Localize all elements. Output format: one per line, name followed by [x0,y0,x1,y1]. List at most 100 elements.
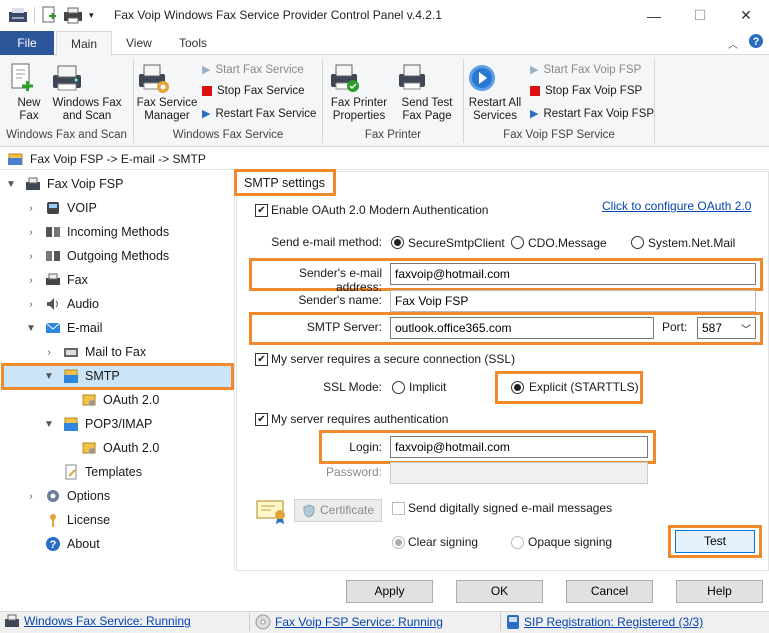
radio-explicit-starttls[interactable] [511,381,524,394]
cancel-button[interactable]: Cancel [566,580,653,603]
tab-view[interactable]: View [112,31,166,55]
smtp-server-input[interactable] [390,317,654,339]
collapsed-arrow-icon[interactable]: › [25,203,37,214]
tab-file[interactable]: File [0,31,54,55]
expanded-arrow-icon[interactable]: ▼ [43,371,55,382]
collapsed-arrow-icon[interactable]: › [25,491,37,502]
status-sip: SIP Registration: Registered (3/3) [506,614,703,630]
tab-main[interactable]: Main [56,31,112,56]
port-value: 587 [702,321,723,335]
new-fax-qat-icon[interactable] [41,6,57,24]
collapsed-arrow-icon[interactable]: › [43,347,55,358]
tree-item-fax-voip-fsp[interactable]: ▼ Fax Voip FSP [5,172,233,196]
radio-securesmtpclient[interactable] [391,236,404,249]
expanded-arrow-icon[interactable]: ▼ [43,419,55,430]
tree-item-outgoing-methods[interactable]: › Outgoing Methods [25,244,233,268]
restart-fax-service-label: Restart Fax Service [215,107,317,120]
enable-oauth-checkbox[interactable]: ✔ [255,204,268,217]
ok-button[interactable]: OK [456,580,543,603]
templates-icon [63,464,79,480]
start-fax-service-button[interactable]: ▶ Start Fax Service [202,63,304,77]
collapsed-arrow-icon[interactable]: › [25,251,37,262]
radio-cdo-message[interactable] [511,236,524,249]
tab-tools[interactable]: Tools [165,31,221,55]
expanded-arrow-icon[interactable]: ▼ [25,323,37,334]
status-separator [500,613,501,631]
fax-printer-properties-button[interactable]: Fax Printer Properties [328,62,390,123]
tree-item-voip[interactable]: › VOIP [25,196,233,220]
login-input[interactable] [390,436,648,458]
tree-item-incoming-methods[interactable]: › Incoming Methods [25,220,233,244]
tree-item-email[interactable]: ▼ E-mail [25,316,233,340]
tree-item-license[interactable]: License [25,508,233,532]
radio-system-net-mail[interactable] [631,236,644,249]
ssl-mode-label: SSL Mode: [323,380,382,394]
test-button[interactable]: Test [675,530,755,553]
ribbon-group-label: Windows Fax Service [172,129,284,141]
fax-service-manager-label: Fax Service Manager [136,97,198,122]
password-label: Password: [325,465,382,479]
restart-all-services-button[interactable]: Restart All Services [466,62,524,123]
sender-name-input[interactable] [390,290,756,312]
collapsed-arrow-icon[interactable]: › [25,227,37,238]
tree-item-audio[interactable]: › Audio [25,292,233,316]
restart-fax-service-button[interactable]: ▶ Restart Fax Service [202,107,317,121]
radio-clear-signing[interactable] [392,536,405,549]
expanded-arrow-icon[interactable]: ▼ [5,179,17,190]
start-fax-voip-fsp-button[interactable]: ▶ Start Fax Voip FSP [530,63,641,77]
section-title: SMTP settings [244,176,326,190]
collapsed-arrow-icon[interactable]: › [25,275,37,286]
stop-fax-voip-fsp-label: Stop Fax Voip FSP [545,85,643,97]
help-icon[interactable]: ? [748,33,764,49]
login-label: Login: [349,440,382,454]
ssl-checkbox[interactable]: ✔ [255,353,268,366]
tree-item-about[interactable]: ? About [25,532,233,556]
close-button[interactable]: ✕ [723,0,769,31]
radio-selected-dot [395,539,402,546]
maximize-button[interactable]: ☐ [677,0,723,31]
send-test-fax-page-button[interactable]: Send Test Fax Page [396,62,458,123]
ssl-checkbox-label: My server requires a secure connection (… [271,352,516,366]
radio-implicit[interactable] [392,381,405,394]
fax-printer-properties-label: Fax Printer Properties [330,97,388,122]
sign-checkbox[interactable] [392,502,405,515]
tree-item-pop3-oauth[interactable]: OAuth 2.0 [61,436,233,460]
new-fax-button[interactable]: New Fax [8,62,50,123]
gear-icon [45,488,61,504]
radio-opaque-signing[interactable] [511,536,524,549]
collapse-ribbon-icon[interactable]: ︿ [728,36,738,51]
qat-dropdown-icon[interactable]: ▾ [89,10,94,21]
incoming-methods-icon [45,224,61,240]
tree-item-mail-to-fax[interactable]: › Mail to Fax [43,340,233,364]
printer-qat-icon[interactable] [63,6,83,24]
restart-fax-voip-fsp-button[interactable]: ▶ Restart Fax Voip FSP [530,107,654,121]
tree-item-templates[interactable]: Templates [43,460,233,484]
status-sip-text[interactable]: SIP Registration: Registered (3/3) [524,615,703,629]
collapsed-arrow-icon[interactable]: › [25,299,37,310]
certificate-button[interactable]: Certificate [294,499,382,522]
apply-button[interactable]: Apply [346,580,433,603]
tree-item-options[interactable]: › Options [25,484,233,508]
speaker-icon [45,296,61,312]
tree-item-label: Outgoing Methods [67,249,170,263]
configure-oauth-link[interactable]: Click to configure OAuth 2.0 [602,199,751,213]
stop-fax-voip-fsp-button[interactable]: Stop Fax Voip FSP [530,85,642,97]
fax-machine-icon [50,62,124,94]
help-button[interactable]: Help [676,580,763,603]
fax-service-manager-button[interactable]: Fax Service Manager [136,62,198,123]
status-windows-fax-text[interactable]: Windows Fax Service: Running [24,614,191,628]
sender-email-input[interactable] [390,263,756,285]
tree-item-pop3-imap[interactable]: ▼ POP3/IMAP [43,412,233,436]
password-input[interactable] [390,462,648,484]
sender-name-label: Sender's name: [298,293,382,307]
tree-item-smtp[interactable]: ▼ SMTP [43,364,233,388]
windows-fax-and-scan-button[interactable]: Windows Fax and Scan [50,62,124,123]
port-select[interactable]: 587 ﹀ [697,317,756,339]
auth-checkbox[interactable]: ✔ [255,413,268,426]
tree-item-fax[interactable]: › Fax [25,268,233,292]
minimize-button[interactable]: — [631,0,677,31]
stop-fax-service-button[interactable]: Stop Fax Service [202,85,305,97]
phone-status-icon [506,614,520,630]
tree-item-smtp-oauth[interactable]: OAuth 2.0 [61,388,233,412]
status-fsp-text[interactable]: Fax Voip FSP Service: Running [275,615,443,629]
